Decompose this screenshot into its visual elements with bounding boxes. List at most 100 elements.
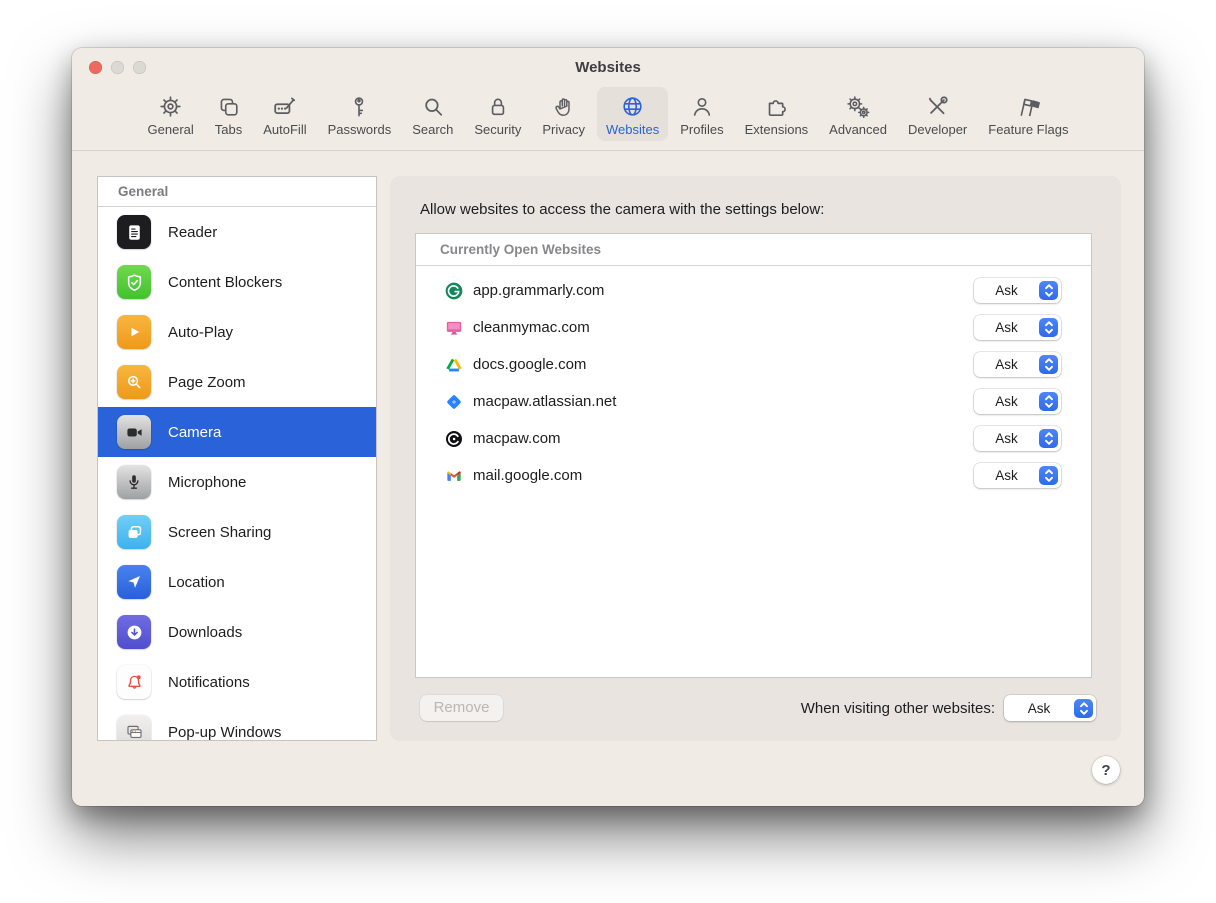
minimize-button[interactable] <box>111 61 124 74</box>
tab-profiles[interactable]: Profiles <box>671 87 732 141</box>
list-header: Currently Open Websites <box>416 234 1091 266</box>
stepper-icon <box>1039 318 1058 337</box>
tools-icon <box>924 92 951 121</box>
traffic-lights <box>89 61 146 74</box>
website-row[interactable]: macpaw.atlassian.netAsk <box>416 383 1091 420</box>
stepper-icon <box>1039 355 1058 374</box>
help-button[interactable]: ? <box>1092 756 1120 784</box>
tab-advanced[interactable]: Advanced <box>820 87 896 141</box>
sidebar-item-screen-sharing[interactable]: Screen Sharing <box>98 507 376 557</box>
website-row[interactable]: macpaw.comAsk <box>416 420 1091 457</box>
website-domain: macpaw.com <box>473 430 974 447</box>
tab-label: Advanced <box>829 122 887 137</box>
stepper-icon <box>1039 392 1058 411</box>
sidebar-item-label: Location <box>168 574 225 591</box>
tab-autofill[interactable]: AutoFill <box>254 87 315 141</box>
sidebar-item-auto-play[interactable]: Auto-Play <box>98 307 376 357</box>
website-domain: mail.google.com <box>473 467 974 484</box>
sidebar-item-label: Auto-Play <box>168 324 233 341</box>
globe-icon <box>619 92 646 121</box>
zoom-button[interactable] <box>133 61 146 74</box>
tab-label: Extensions <box>745 122 809 137</box>
tab-tabs[interactable]: Tabs <box>206 87 251 141</box>
tab-general[interactable]: General <box>139 87 203 141</box>
websites-list: Currently Open Websites app.grammarly.co… <box>415 233 1092 678</box>
window-title: Websites <box>72 48 1144 88</box>
website-row[interactable]: mail.google.comAsk <box>416 457 1091 494</box>
hand-icon <box>551 92 577 121</box>
close-button[interactable] <box>89 61 102 74</box>
autofill-icon <box>271 92 299 121</box>
sidebar-item-content-blockers[interactable]: Content Blockers <box>98 257 376 307</box>
permission-dropdown[interactable]: Ask <box>974 463 1061 488</box>
cleanmymac-favicon <box>444 318 464 338</box>
sidebar-item-camera[interactable]: Camera <box>98 407 376 457</box>
tab-feature-flags[interactable]: Feature Flags <box>979 87 1077 141</box>
website-row[interactable]: app.grammarly.comAsk <box>416 272 1091 309</box>
lock-icon <box>485 92 511 121</box>
permission-value: Ask <box>974 394 1039 409</box>
reader-icon <box>117 215 151 249</box>
auto-play-icon <box>117 315 151 349</box>
preferences-toolbar: General Tabs AutoFill Passwords Search Securi… <box>72 86 1144 151</box>
sidebar-item-page-zoom[interactable]: Page Zoom <box>98 357 376 407</box>
tab-label: Passwords <box>328 122 392 137</box>
sidebar-item-microphone[interactable]: Microphone <box>98 457 376 507</box>
remove-button[interactable]: Remove <box>420 695 503 721</box>
sidebar-item-popup-windows[interactable]: Pop-up Windows <box>98 707 376 741</box>
gmail-favicon <box>444 466 464 486</box>
website-domain: macpaw.atlassian.net <box>473 393 974 410</box>
camera-icon <box>117 415 151 449</box>
tab-label: AutoFill <box>263 122 306 137</box>
tab-developer[interactable]: Developer <box>899 87 976 141</box>
person-icon <box>689 92 715 121</box>
tab-passwords[interactable]: Passwords <box>319 87 401 141</box>
sidebar-item-notifications[interactable]: Notifications <box>98 657 376 707</box>
macpaw-favicon <box>444 429 464 449</box>
sidebar-item-label: Page Zoom <box>168 374 246 391</box>
location-icon <box>117 565 151 599</box>
website-domain: docs.google.com <box>473 356 974 373</box>
gdrive-favicon <box>444 355 464 375</box>
content-blockers-icon <box>117 265 151 299</box>
stepper-icon <box>1039 466 1058 485</box>
sidebar-item-label: Pop-up Windows <box>168 724 281 741</box>
tab-privacy[interactable]: Privacy <box>533 87 594 141</box>
search-icon <box>420 92 446 121</box>
sidebar-item-label: Notifications <box>168 674 250 691</box>
permission-dropdown[interactable]: Ask <box>974 278 1061 303</box>
permission-dropdown[interactable]: Ask <box>974 389 1061 414</box>
tab-label: Tabs <box>215 122 242 137</box>
website-domain: cleanmymac.com <box>473 319 974 336</box>
permission-value: Ask <box>974 468 1039 483</box>
camera-settings-panel: Allow websites to access the camera with… <box>390 176 1121 741</box>
panel-instruction: Allow websites to access the camera with… <box>420 201 824 218</box>
tab-security[interactable]: Security <box>465 87 530 141</box>
permission-value: Ask <box>974 357 1039 372</box>
page-zoom-icon <box>117 365 151 399</box>
tab-label: Developer <box>908 122 967 137</box>
tab-search[interactable]: Search <box>403 87 462 141</box>
sidebar-item-downloads[interactable]: Downloads <box>98 607 376 657</box>
flags-icon <box>1014 92 1042 121</box>
permission-dropdown[interactable]: Ask <box>974 315 1061 340</box>
website-row[interactable]: docs.google.comAsk <box>416 346 1091 383</box>
default-permission-dropdown[interactable]: Ask <box>1004 695 1096 721</box>
permission-dropdown[interactable]: Ask <box>974 352 1061 377</box>
sidebar-item-location[interactable]: Location <box>98 557 376 607</box>
key-icon <box>346 92 372 121</box>
jira-favicon <box>444 392 464 412</box>
sidebar-item-label: Microphone <box>168 474 246 491</box>
tab-websites[interactable]: Websites <box>597 87 668 141</box>
tab-extensions[interactable]: Extensions <box>736 87 818 141</box>
sidebar-section-header: General <box>98 177 376 207</box>
permission-value: Ask <box>974 283 1039 298</box>
sidebar-item-reader[interactable]: Reader <box>98 207 376 257</box>
website-row[interactable]: cleanmymac.comAsk <box>416 309 1091 346</box>
title-bar: Websites <box>72 48 1144 86</box>
tab-label: Search <box>412 122 453 137</box>
tabs-icon <box>216 92 242 121</box>
screen-sharing-icon <box>117 515 151 549</box>
permission-dropdown[interactable]: Ask <box>974 426 1061 451</box>
websites-sidebar: General ReaderContent Blockers Auto-Play P… <box>97 176 377 741</box>
